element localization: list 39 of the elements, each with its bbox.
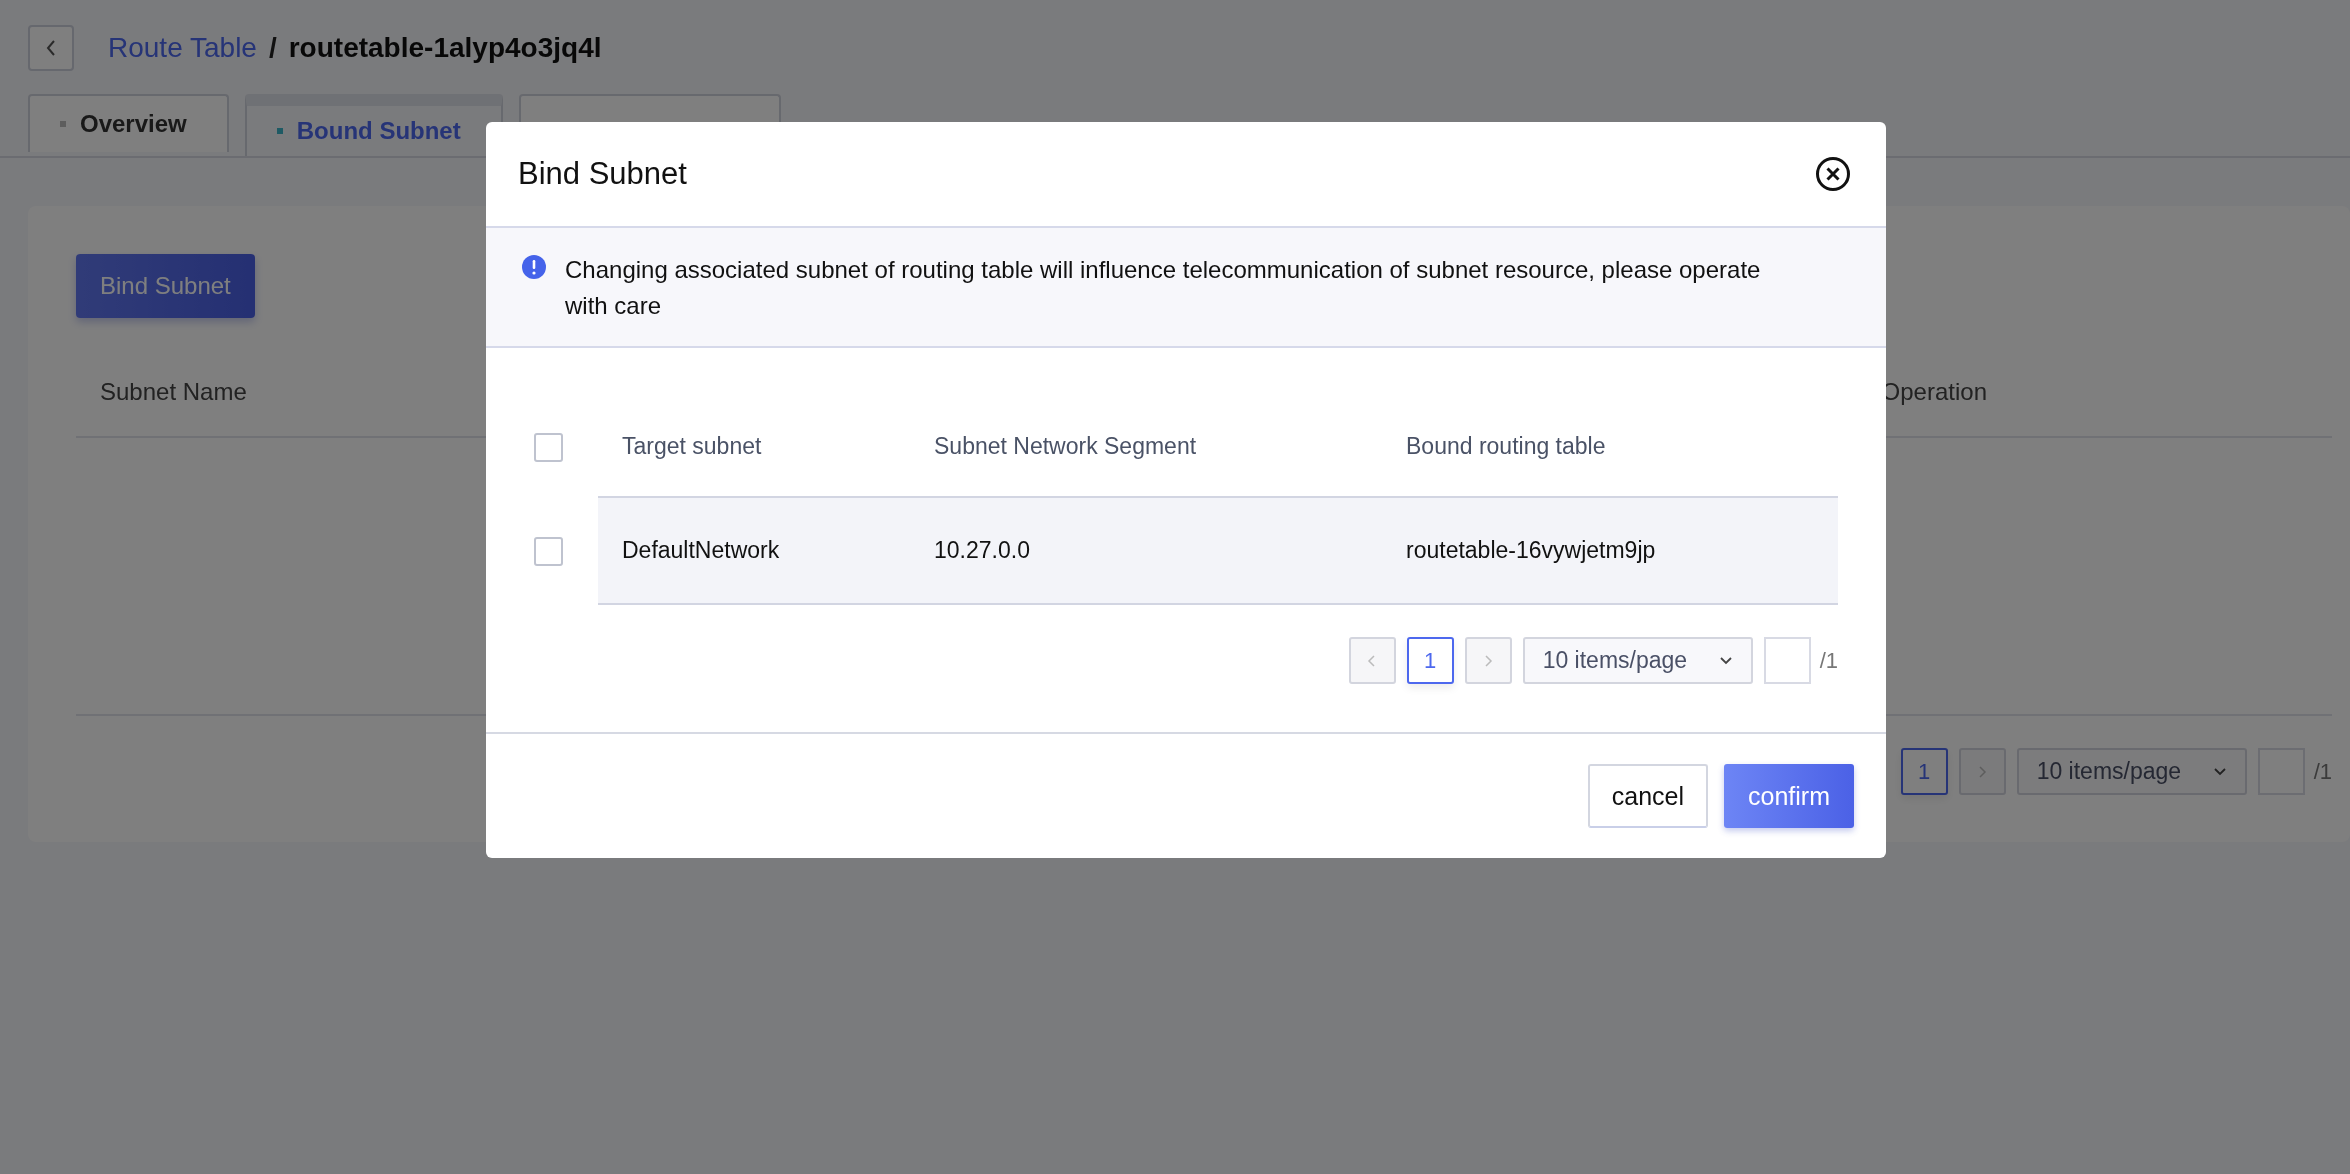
notice-text: Changing associated subnet of routing table will influence telecommunication of subnet resource, please operate with care [565,255,1762,321]
chevron-left-icon [44,38,58,58]
dialog-title: Bind Subnet [518,156,687,192]
page-size-select[interactable]: 10 items/page [1522,637,1753,684]
column-header: Bound routing table [1406,432,1606,460]
table-cell-text: 10.27.0.0 [934,537,1031,564]
tab[interactable]: Overview [28,94,229,152]
column-header: Subnet Network Segment [934,432,1198,460]
close-icon[interactable] [1815,156,1851,192]
next-page-button[interactable] [1958,748,2006,795]
page-total: /1 [2313,758,2332,785]
tab[interactable]: Bound Subnet [244,94,503,156]
row-checkbox[interactable] [534,537,563,566]
previous-page-button[interactable] [1348,637,1396,684]
back-button[interactable] [28,25,74,71]
page-input[interactable] [1763,637,1811,684]
chevron-left-icon [1367,653,1378,668]
confirm-button[interactable]: confirm [1724,764,1854,828]
info-icon [521,254,547,280]
column-header: Subnet Name [100,378,247,406]
page-title: routetable-1alyp4o3jq4l [288,32,602,64]
chevron-right-icon [1977,764,1988,779]
select-all-checkbox[interactable] [534,432,563,462]
chevron-down-icon [1718,655,1733,666]
page-total: /1 [1819,647,1838,674]
chevron-down-icon [2212,766,2227,777]
column-header: Operation [1881,378,1987,406]
chevron-right-icon [1483,653,1494,668]
table-cell-text: DefaultNetwork [622,537,781,564]
table-cell: routetable-16vywjetm9jp [1406,537,1656,564]
column-header: Target subnet [622,432,763,460]
page-number-button[interactable]: 1 [1406,637,1454,684]
breadcrumb-link[interactable]: Route Table [108,32,257,64]
page-number-button[interactable]: 1 [1900,748,1948,795]
cancel-button[interactable]: cancel [1587,764,1709,828]
next-page-button[interactable] [1464,637,1512,684]
bind-subnet-button[interactable]: Bind Subnet [76,254,255,318]
page-size-select[interactable]: 10 items/page [2016,748,2247,795]
breadcrumb-separator: / [268,32,277,64]
